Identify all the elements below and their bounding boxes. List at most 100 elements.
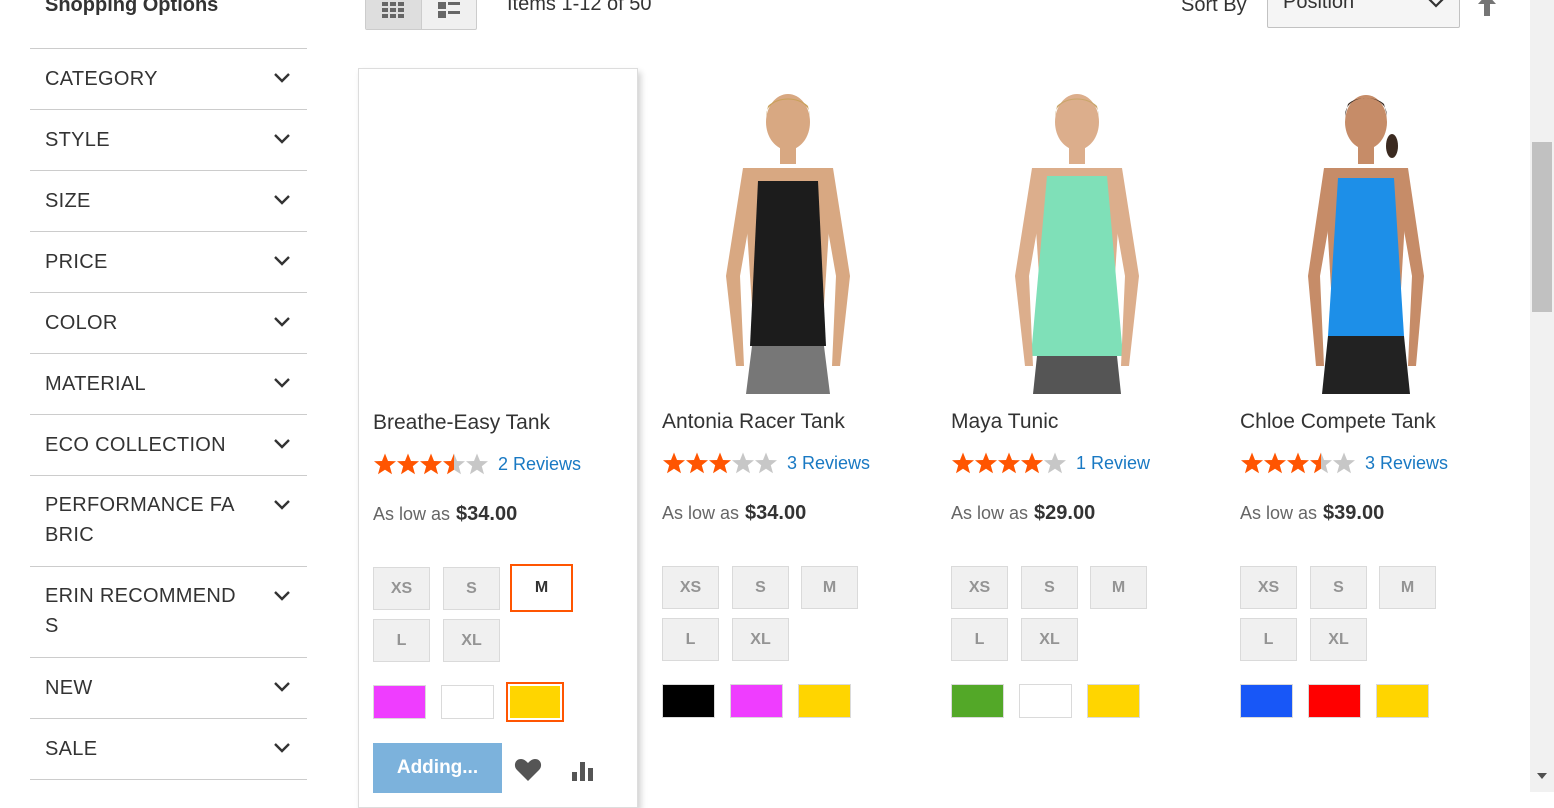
- product-rating: 3 Reviews: [662, 451, 870, 475]
- size-option[interactable]: XS: [662, 566, 719, 609]
- chevron-down-icon: [273, 742, 290, 754]
- size-option[interactable]: XL: [1021, 618, 1078, 661]
- products-toolbar: Items 1-12 of 50 Sort By Position: [365, 0, 1530, 40]
- size-option[interactable]: L: [951, 618, 1008, 661]
- color-swatch[interactable]: [441, 685, 494, 719]
- star-icon: [1021, 452, 1043, 474]
- size-option[interactable]: M: [801, 566, 858, 609]
- product-name[interactable]: Antonia Racer Tank: [662, 410, 845, 434]
- product-rating: 1 Review: [951, 451, 1150, 475]
- size-option[interactable]: S: [732, 566, 789, 609]
- color-swatch[interactable]: [1240, 684, 1293, 718]
- filter-sale[interactable]: SALE: [30, 719, 307, 780]
- compare-chart-icon[interactable]: [570, 758, 598, 782]
- star-icon: [1310, 452, 1332, 474]
- scrollbar-thumb[interactable]: [1532, 142, 1552, 312]
- rating-stars: [662, 451, 777, 475]
- star-icon: [443, 453, 465, 475]
- filter-style[interactable]: STYLE: [30, 110, 307, 171]
- add-to-cart-button[interactable]: Adding...: [373, 743, 502, 793]
- star-icon: [1044, 452, 1066, 474]
- product-name[interactable]: Maya Tunic: [951, 410, 1058, 434]
- sort-direction-button[interactable]: [1477, 0, 1497, 16]
- color-swatch[interactable]: [1087, 684, 1140, 718]
- sidebar-title: Shopping Options: [45, 0, 219, 16]
- product-photo[interactable]: [648, 86, 928, 394]
- filter-list: CATEGORY STYLE SIZE PRICE COLOR MATERIAL…: [30, 48, 307, 780]
- size-option[interactable]: XS: [373, 567, 430, 610]
- star-icon: [374, 453, 396, 475]
- size-option[interactable]: L: [373, 619, 430, 662]
- size-option[interactable]: XL: [1310, 618, 1367, 661]
- size-option[interactable]: L: [662, 618, 719, 661]
- star-icon: [1241, 452, 1263, 474]
- rating-stars: [1240, 451, 1355, 475]
- grid-view-button[interactable]: [366, 0, 422, 29]
- tank-top-shape: [750, 181, 826, 346]
- model-photo: [726, 94, 850, 394]
- size-option[interactable]: M: [1379, 566, 1436, 609]
- price-value: $29.00: [1034, 502, 1096, 524]
- scroll-down-arrow-icon[interactable]: [1537, 773, 1547, 779]
- chevron-down-icon: [273, 499, 290, 511]
- reviews-link[interactable]: 2 Reviews: [498, 454, 581, 475]
- star-icon: [975, 452, 997, 474]
- product-price: As low as $34.00: [662, 502, 806, 525]
- reviews-link[interactable]: 3 Reviews: [1365, 453, 1448, 474]
- star-icon: [663, 452, 685, 474]
- size-option[interactable]: S: [443, 567, 500, 610]
- color-swatch[interactable]: [1019, 684, 1072, 718]
- color-swatch[interactable]: [730, 684, 783, 718]
- filter-performance-fabric[interactable]: PERFORMANCE FABRIC: [30, 476, 307, 567]
- star-icon: [397, 453, 419, 475]
- size-option-selected[interactable]: M: [510, 564, 573, 612]
- product-price: As low as $34.00: [373, 503, 517, 526]
- filter-label: PERFORMANCE FABRIC: [45, 494, 235, 546]
- product-card: Maya Tunic 1 Review As low as $29.00 XS S…: [937, 68, 1217, 808]
- list-icon: [437, 2, 460, 18]
- reviews-link[interactable]: 1 Review: [1076, 453, 1150, 474]
- filter-erin-recommends[interactable]: ERIN RECOMMENDS: [30, 567, 307, 658]
- filter-material[interactable]: MATERIAL: [30, 354, 307, 415]
- page-scrollbar[interactable]: [1530, 0, 1554, 792]
- price-label: As low as: [373, 504, 451, 524]
- filter-label: SALE: [45, 738, 98, 760]
- chevron-down-icon: [273, 590, 290, 602]
- size-option[interactable]: S: [1021, 566, 1078, 609]
- color-swatch[interactable]: [1308, 684, 1361, 718]
- color-swatch[interactable]: [373, 685, 426, 719]
- filter-size[interactable]: SIZE: [30, 171, 307, 232]
- sort-select[interactable]: Position: [1267, 0, 1460, 28]
- color-swatch[interactable]: [798, 684, 851, 718]
- color-swatch[interactable]: [662, 684, 715, 718]
- filter-new[interactable]: NEW: [30, 658, 307, 719]
- size-option[interactable]: L: [1240, 618, 1297, 661]
- chevron-down-icon: [273, 377, 290, 389]
- product-name[interactable]: Chloe Compete Tank: [1240, 410, 1436, 434]
- heart-icon[interactable]: [514, 758, 542, 782]
- star-icon: [709, 452, 731, 474]
- items-count: Items 1-12 of 50: [507, 0, 652, 15]
- size-option[interactable]: XL: [732, 618, 789, 661]
- size-option[interactable]: S: [1310, 566, 1367, 609]
- size-option[interactable]: XL: [443, 619, 500, 662]
- color-swatch[interactable]: [951, 684, 1004, 718]
- product-photo[interactable]: [1226, 86, 1506, 394]
- product-card: Breathe-Easy Tank 2 Reviews As low as $34…: [358, 68, 638, 808]
- filter-category[interactable]: CATEGORY: [30, 49, 307, 110]
- product-photo[interactable]: [937, 86, 1217, 394]
- color-swatch[interactable]: [1376, 684, 1429, 718]
- size-option[interactable]: M: [1090, 566, 1147, 609]
- product-name[interactable]: Breathe-Easy Tank: [373, 411, 550, 435]
- filter-price[interactable]: PRICE: [30, 232, 307, 293]
- reviews-link[interactable]: 3 Reviews: [787, 453, 870, 474]
- product-photo[interactable]: [359, 87, 639, 395]
- size-option[interactable]: XS: [951, 566, 1008, 609]
- price-value: $39.00: [1323, 502, 1385, 524]
- list-view-button[interactable]: [422, 0, 477, 29]
- size-option[interactable]: XS: [1240, 566, 1297, 609]
- filter-eco-collection[interactable]: ECO COLLECTION: [30, 415, 307, 476]
- product-card: Antonia Racer Tank 3 Reviews As low as $3…: [648, 68, 928, 808]
- filter-color[interactable]: COLOR: [30, 293, 307, 354]
- color-swatch-selected[interactable]: [506, 682, 564, 722]
